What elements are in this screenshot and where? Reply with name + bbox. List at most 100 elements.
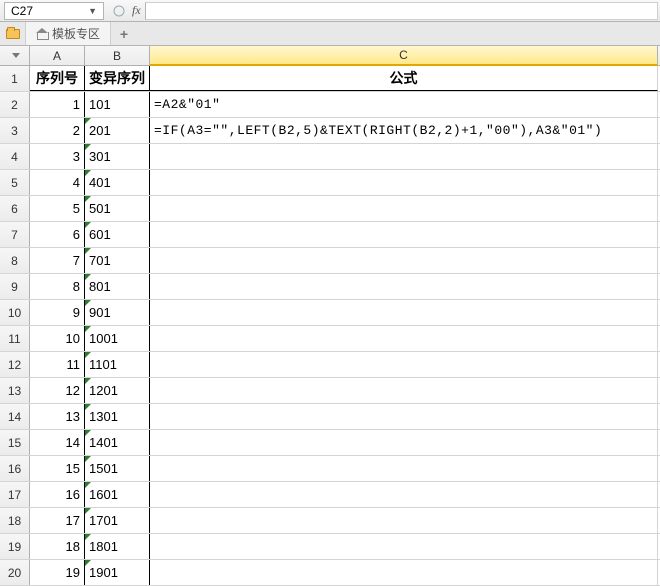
cell[interactable]: 1601 <box>85 482 150 507</box>
cell[interactable]: 801 <box>85 274 150 299</box>
row-header[interactable]: 7 <box>0 222 30 247</box>
cell[interactable]: 501 <box>85 196 150 221</box>
select-all-corner[interactable] <box>0 46 30 65</box>
formula-input[interactable] <box>145 2 658 20</box>
cell[interactable]: 1501 <box>85 456 150 481</box>
cell[interactable] <box>150 508 658 533</box>
cell[interactable]: 8 <box>30 274 85 299</box>
error-flag-icon <box>85 326 91 332</box>
cell[interactable] <box>150 144 658 169</box>
cell[interactable] <box>150 222 658 247</box>
cell[interactable] <box>150 378 658 403</box>
row-header[interactable]: 19 <box>0 534 30 559</box>
cell[interactable]: 901 <box>85 300 150 325</box>
cell[interactable]: 1901 <box>85 560 150 585</box>
cell[interactable]: 701 <box>85 248 150 273</box>
cell[interactable] <box>150 456 658 481</box>
table-row: 65501 <box>0 196 660 222</box>
cell[interactable]: 1401 <box>85 430 150 455</box>
cell[interactable]: 7 <box>30 248 85 273</box>
row-header[interactable]: 17 <box>0 482 30 507</box>
cell[interactable]: 1201 <box>85 378 150 403</box>
add-tab-button[interactable]: + <box>111 22 137 45</box>
error-flag-icon <box>85 144 91 150</box>
row-header[interactable]: 12 <box>0 352 30 377</box>
cell[interactable] <box>150 300 658 325</box>
cell[interactable]: 序列号 <box>30 66 85 91</box>
chevron-down-icon[interactable]: ▼ <box>88 6 97 16</box>
cell[interactable]: 12 <box>30 378 85 403</box>
home-icon <box>36 28 48 40</box>
cell[interactable]: 201 <box>85 118 150 143</box>
cell[interactable]: 101 <box>85 92 150 117</box>
cell[interactable] <box>150 430 658 455</box>
cell[interactable]: 9 <box>30 300 85 325</box>
cell[interactable]: 1701 <box>85 508 150 533</box>
cell[interactable]: =A2&"01" <box>150 92 658 117</box>
row-header[interactable]: 6 <box>0 196 30 221</box>
cell[interactable] <box>150 534 658 559</box>
cell[interactable]: 19 <box>30 560 85 585</box>
row-header[interactable]: 20 <box>0 560 30 585</box>
row-header[interactable]: 15 <box>0 430 30 455</box>
cell[interactable]: 17 <box>30 508 85 533</box>
cell[interactable]: 5 <box>30 196 85 221</box>
cell[interactable] <box>150 326 658 351</box>
cell[interactable]: 401 <box>85 170 150 195</box>
cell[interactable]: 1 <box>30 92 85 117</box>
cell[interactable]: 14 <box>30 430 85 455</box>
fx-icon[interactable]: fx <box>132 3 141 18</box>
cell[interactable] <box>150 482 658 507</box>
tab-bar: 模板专区 + <box>0 22 660 46</box>
row-header[interactable]: 5 <box>0 170 30 195</box>
cell[interactable]: 公式 <box>150 66 658 91</box>
row-header[interactable]: 1 <box>0 66 30 91</box>
col-header-A[interactable]: A <box>30 46 85 65</box>
cell[interactable]: 16 <box>30 482 85 507</box>
cell[interactable]: 601 <box>85 222 150 247</box>
cell[interactable]: 1101 <box>85 352 150 377</box>
row-header[interactable]: 8 <box>0 248 30 273</box>
cell[interactable]: 301 <box>85 144 150 169</box>
cell[interactable]: =IF(A3="",LEFT(B2,5)&TEXT(RIGHT(B2,2)+1,… <box>150 118 658 143</box>
col-header-B[interactable]: B <box>85 46 150 65</box>
cell[interactable]: 1801 <box>85 534 150 559</box>
open-folder-button[interactable] <box>0 22 26 45</box>
row-header[interactable]: 11 <box>0 326 30 351</box>
row-header[interactable]: 14 <box>0 404 30 429</box>
cell[interactable]: 18 <box>30 534 85 559</box>
row-header[interactable]: 18 <box>0 508 30 533</box>
cell[interactable]: 6 <box>30 222 85 247</box>
cell[interactable] <box>150 404 658 429</box>
row-header[interactable]: 4 <box>0 144 30 169</box>
tab-template-zone[interactable]: 模板专区 <box>26 22 111 45</box>
row-header[interactable]: 2 <box>0 92 30 117</box>
row-header[interactable]: 9 <box>0 274 30 299</box>
cell[interactable]: 11 <box>30 352 85 377</box>
name-box[interactable]: C27 ▼ <box>4 2 104 20</box>
table-row: 19181801 <box>0 534 660 560</box>
cell[interactable]: 3 <box>30 144 85 169</box>
col-header-C[interactable]: C <box>150 46 658 66</box>
accept-icon[interactable] <box>110 2 128 20</box>
cell[interactable]: 2 <box>30 118 85 143</box>
row-header[interactable]: 3 <box>0 118 30 143</box>
cell[interactable]: 变异序列 <box>85 66 150 91</box>
error-flag-icon <box>85 508 91 514</box>
tab-label: 模板专区 <box>52 25 100 42</box>
cell[interactable] <box>150 170 658 195</box>
row-header[interactable]: 13 <box>0 378 30 403</box>
cell[interactable]: 1001 <box>85 326 150 351</box>
cell[interactable] <box>150 560 658 585</box>
row-header[interactable]: 10 <box>0 300 30 325</box>
cell[interactable] <box>150 274 658 299</box>
cell[interactable] <box>150 196 658 221</box>
cell[interactable]: 13 <box>30 404 85 429</box>
cell[interactable]: 4 <box>30 170 85 195</box>
cell[interactable]: 10 <box>30 326 85 351</box>
cell[interactable] <box>150 352 658 377</box>
cell[interactable] <box>150 248 658 273</box>
cell[interactable]: 15 <box>30 456 85 481</box>
cell[interactable]: 1301 <box>85 404 150 429</box>
row-header[interactable]: 16 <box>0 456 30 481</box>
